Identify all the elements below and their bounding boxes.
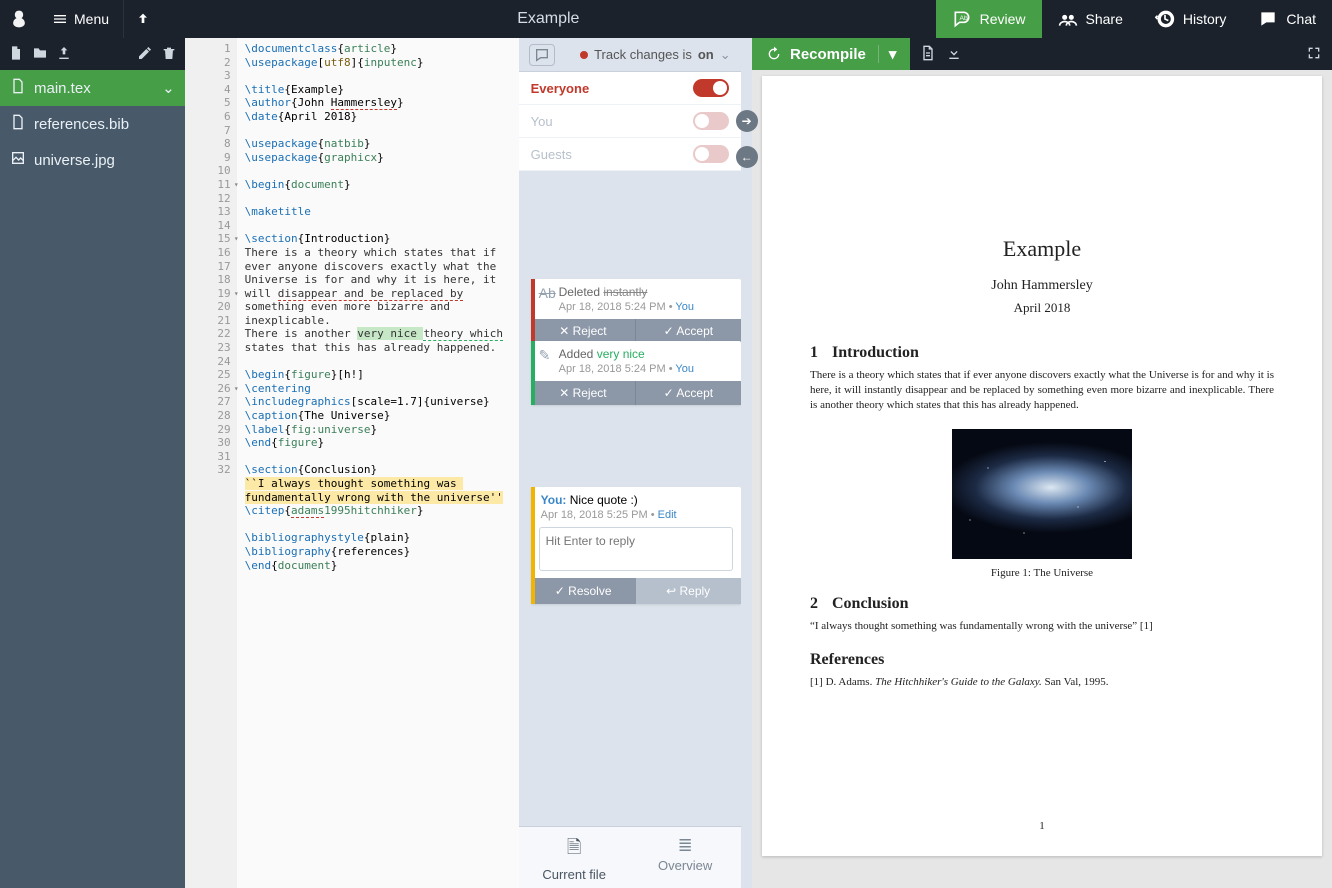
track-row-you: You <box>519 105 741 138</box>
file-item-references-bib[interactable]: references.bib <box>0 106 185 142</box>
app-logo[interactable] <box>0 0 38 38</box>
pdf-panel: Recompile ▾ Example John Hammersley Apri… <box>752 38 1332 888</box>
rename-icon[interactable] <box>137 45 153 64</box>
review-footer: 🗎 Current file ≣ Overview <box>519 826 741 888</box>
svg-text:Ab: Ab <box>959 15 967 22</box>
recompile-dropdown[interactable]: ▾ <box>878 45 897 63</box>
pdf-page-number: 1 <box>762 820 1322 832</box>
recording-dot-icon <box>580 51 588 59</box>
file-icon: 🗎 <box>519 835 630 865</box>
text-strike-icon: Ab <box>539 285 556 301</box>
share-button[interactable]: Share <box>1042 0 1139 38</box>
toggle-you[interactable] <box>693 112 729 130</box>
back-up-button[interactable] <box>123 0 161 38</box>
new-folder-icon[interactable] <box>32 45 48 64</box>
file-item-main-tex[interactable]: main.tex⌄ <box>0 70 185 106</box>
menu-button[interactable]: Menu <box>38 0 123 38</box>
file-list: main.tex⌄references.bibuniverse.jpg <box>0 70 185 888</box>
toggle-guests[interactable] <box>693 145 729 163</box>
delete-icon[interactable] <box>161 45 177 64</box>
change-card-del: AbDeleted instantlyApr 18, 2018 5:24 PM … <box>531 279 741 343</box>
pdf-viewer[interactable]: Example John Hammersley April 2018 1 Int… <box>752 70 1332 888</box>
pdf-page: Example John Hammersley April 2018 1 Int… <box>762 76 1322 856</box>
pdf-date: April 2018 <box>810 300 1274 316</box>
editor-panel: 1234567891011121314151617181920212223242… <box>185 38 519 888</box>
menu-label: Menu <box>74 11 109 27</box>
file-icon <box>10 114 26 134</box>
upload-icon[interactable] <box>56 45 72 64</box>
reply-button[interactable]: ↩ Reply <box>636 578 741 604</box>
history-button[interactable]: History <box>1139 0 1243 38</box>
chevron-down-icon[interactable]: ⌄ <box>162 79 175 97</box>
code-editor[interactable]: \documentclass{article}\usepackage[utf8]… <box>237 38 519 888</box>
reject-button[interactable]: ✕ Reject <box>531 319 637 343</box>
review-header: Track changes is on ⌄ <box>519 38 741 72</box>
project-title[interactable]: Example <box>161 10 936 28</box>
track-dropdown-icon[interactable]: ⌄ <box>720 47 731 63</box>
list-icon: ≣ <box>630 835 741 856</box>
download-icon[interactable] <box>946 45 962 64</box>
pdf-figure: Figure 1: The Universe <box>810 429 1274 579</box>
accept-button[interactable]: ✓ Accept <box>636 319 741 343</box>
panel-divider[interactable]: ➔ ← <box>741 38 752 888</box>
track-changes-label: Track changes is <box>594 47 692 62</box>
chat-icon <box>1258 9 1278 29</box>
pdf-para-1: There is a theory which states that if e… <box>810 368 1274 413</box>
share-icon <box>1058 9 1078 29</box>
top-bar: Menu Example Ab Review Share History Cha… <box>0 0 1332 38</box>
reject-button[interactable]: ✕ Reject <box>531 381 637 405</box>
new-file-icon[interactable] <box>8 45 24 64</box>
pdf-title: Example <box>810 236 1274 262</box>
refresh-icon <box>766 46 782 62</box>
accept-button[interactable]: ✓ Accept <box>636 381 741 405</box>
pdf-para-2: “I always thought something was fundamen… <box>810 619 1274 634</box>
tab-overview[interactable]: ≣ Overview <box>630 827 741 888</box>
file-toolbar <box>0 38 185 70</box>
pdf-section-2: 2 Conclusion <box>810 595 1274 613</box>
pencil-icon: ✎ <box>539 347 551 364</box>
edit-comment-link[interactable]: Edit <box>658 509 677 521</box>
image-icon <box>10 150 26 170</box>
comment-card: You: Nice quote :)Apr 18, 2018 5:25 PM •… <box>531 487 741 604</box>
pdf-toolbar: Recompile ▾ <box>752 38 1332 70</box>
file-item-universe-jpg[interactable]: universe.jpg <box>0 142 185 178</box>
line-gutter: 1234567891011121314151617181920212223242… <box>185 38 237 888</box>
track-changes-state: on <box>698 47 714 62</box>
pdf-author: John Hammersley <box>810 278 1274 294</box>
pdf-ref-1: [1] D. Adams. The Hitchhiker's Guide to … <box>810 675 1274 690</box>
review-button[interactable]: Ab Review <box>936 0 1042 38</box>
resolve-button[interactable]: ✓ Resolve <box>531 578 636 604</box>
logs-icon[interactable] <box>920 45 936 64</box>
review-icon: Ab <box>952 9 972 29</box>
track-row-everyone: Everyone <box>519 72 741 105</box>
review-inbox-icon[interactable] <box>529 44 555 66</box>
pdf-references-heading: References <box>810 651 1274 669</box>
expand-icon[interactable] <box>1306 45 1322 64</box>
change-card-add: ✎Added very niceApr 18, 2018 5:24 PM • Y… <box>531 341 741 405</box>
pdf-section-1: 1 Introduction <box>810 344 1274 362</box>
review-panel: Track changes is on ⌄ Everyone You Guest… <box>519 38 741 888</box>
reply-input[interactable] <box>539 527 733 571</box>
track-row-guests: Guests <box>519 138 741 171</box>
chat-button[interactable]: Chat <box>1242 0 1332 38</box>
review-body: AbDeleted instantlyApr 18, 2018 5:24 PM … <box>519 171 741 826</box>
file-icon <box>10 78 26 98</box>
recompile-button[interactable]: Recompile ▾ <box>752 38 910 70</box>
toggle-everyone[interactable] <box>693 79 729 97</box>
universe-image <box>952 429 1132 559</box>
figure-caption: Figure 1: The Universe <box>810 567 1274 579</box>
tab-current-file[interactable]: 🗎 Current file <box>519 827 630 888</box>
history-icon <box>1155 9 1175 29</box>
file-panel: main.tex⌄references.bibuniverse.jpg <box>0 38 185 888</box>
